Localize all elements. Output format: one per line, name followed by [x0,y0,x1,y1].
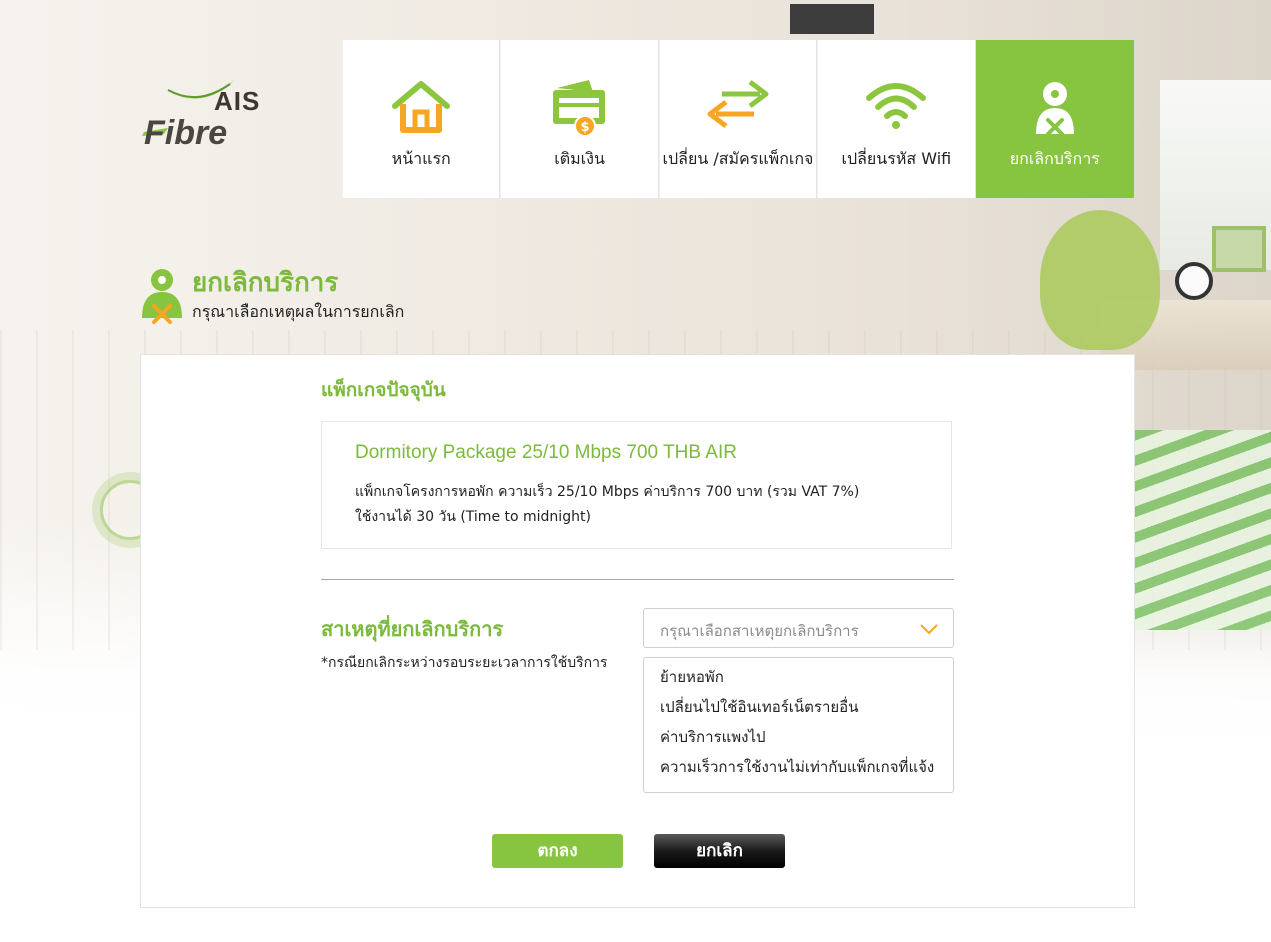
chevron-down-icon [919,621,939,640]
cancel-service-card: แพ็กเกจปัจจุบัน Dormitory Package 25/10 … [140,354,1135,908]
package-description: แพ็กเกจโครงการหอพัก ความเร็ว 25/10 Mbps … [355,480,859,530]
wifi-icon [818,78,974,138]
main-nav: หน้าแรก $ เติมเงิน เปลี่ยน /สมัครแพ็กเกจ [342,40,1134,198]
section-divider [321,579,954,580]
reason-title: สาเหตุที่ยกเลิกบริการ [321,617,504,641]
page-subtitle: กรุณาเลือกเหตุผลในการยกเลิก [192,302,405,321]
nav-item-topup[interactable]: $ เติมเงิน [500,40,659,198]
reason-option[interactable]: ค่าบริการแพงไป [644,722,953,752]
background-clock [1175,262,1213,300]
background-picture-frame [1212,226,1266,272]
home-icon [343,78,499,138]
reason-option[interactable]: ความเร็วการใช้งานไม่เท่ากับแพ็กเกจที่แจ้… [644,752,953,782]
package-desc-line-2: ใช้งานได้ 30 วัน (Time to midnight) [355,509,591,525]
current-package-box: Dormitory Package 25/10 Mbps 700 THB AIR… [321,421,952,549]
current-package-title: แพ็กเกจปัจจุบัน [321,379,446,401]
confirm-button[interactable]: ตกลง [492,834,623,868]
reason-option[interactable]: เปลี่ยนไปใช้อินเทอร์เน็ตรายอื่น [644,692,953,722]
cancel-reason-select[interactable]: กรุณาเลือกสาเหตุยกเลิกบริการ [643,608,954,648]
logo-ais-text: AIS [214,86,261,116]
ais-fibre-logo[interactable]: AIS Fibre [138,76,278,156]
nav-item-label: ยกเลิกบริการ [1009,149,1100,168]
background-mascot-plush [1040,210,1160,350]
package-desc-line-1: แพ็กเกจโครงการหอพัก ความเร็ว 25/10 Mbps … [355,484,860,500]
nav-item-label: เติมเงิน [554,149,605,168]
nav-item-label: หน้าแรก [391,149,451,168]
background-striped-bed [1135,430,1271,630]
svg-text:$: $ [580,120,589,135]
select-placeholder: กรุณาเลือกสาเหตุยกเลิกบริการ [660,622,859,640]
reason-note: *กรณียกเลิกระหว่างรอบระยะเวลาการใช้บริกา… [321,655,608,671]
nav-item-label: เปลี่ยน /สมัครแพ็กเกจ [662,149,814,168]
cancel-service-icon [977,78,1133,138]
background-wall-photo [786,0,878,38]
nav-item-label: เปลี่ยนรหัส Wifi [841,149,952,168]
cancel-button[interactable]: ยกเลิก [654,834,785,868]
reason-option[interactable]: ย้ายหอพัก [644,662,953,692]
nav-item-cancel-service[interactable]: ยกเลิกบริการ [975,40,1134,198]
nav-item-change-package[interactable]: เปลี่ยน /สมัครแพ็กเกจ [658,40,818,198]
cancel-reason-options: ย้ายหอพัก เปลี่ยนไปใช้อินเทอร์เน็ตรายอื่… [643,657,954,793]
nav-item-home[interactable]: หน้าแรก [342,40,501,198]
logo-fibre-text: Fibre [144,114,228,152]
topup-card-icon: $ [501,78,657,138]
page-title: ยกเลิกบริการ [192,268,339,298]
swap-arrows-icon [660,78,816,138]
nav-item-wifi[interactable]: เปลี่ยนรหัส Wifi [817,40,976,198]
package-name: Dormitory Package 25/10 Mbps 700 THB AIR [355,442,737,463]
cancel-service-icon [140,266,184,328]
